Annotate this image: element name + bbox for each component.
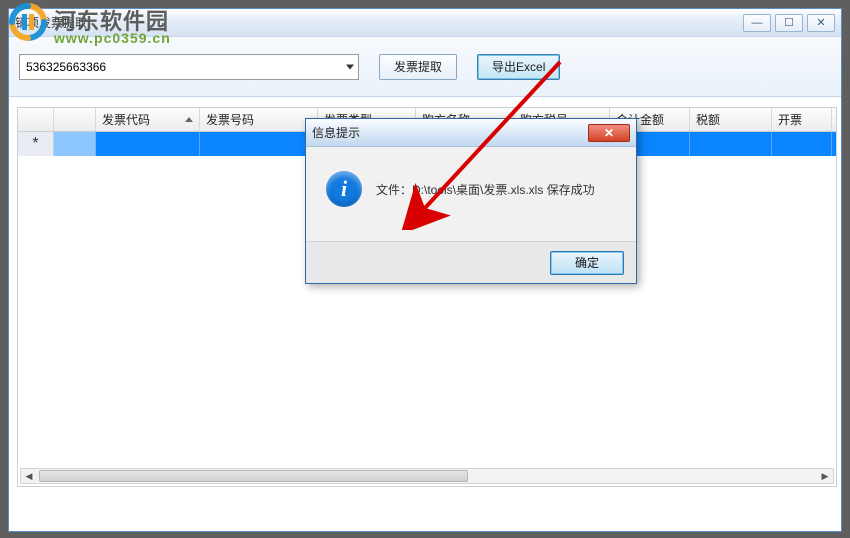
chevron-down-icon — [346, 64, 354, 69]
ok-button[interactable]: 确定 — [550, 251, 624, 275]
maximize-button[interactable]: ☐ — [775, 14, 803, 32]
dialog-titlebar[interactable]: 信息提示 ✕ — [306, 119, 636, 147]
cell-number — [200, 132, 318, 156]
sort-asc-icon — [185, 117, 193, 122]
titlebar[interactable]: 销项发票提取 — ☐ ✕ — [9, 9, 841, 37]
dialog-body: i 文件：D:\tools\桌面\发票.xls.xls 保存成功 — [306, 147, 636, 217]
col-header-selector[interactable] — [18, 108, 54, 131]
window-controls: — ☐ ✕ — [743, 14, 835, 32]
col-header-blank[interactable] — [54, 108, 96, 131]
window-title: 销项发票提取 — [15, 14, 87, 31]
scroll-thumb[interactable] — [39, 470, 468, 482]
scroll-left-button[interactable]: ◀ — [21, 469, 37, 483]
col-header-number[interactable]: 发票号码 — [200, 108, 318, 131]
col-header-code[interactable]: 发票代码 — [96, 108, 200, 131]
toolbar: 536325663366 发票提取 导出Excel — [9, 37, 841, 97]
extract-button[interactable]: 发票提取 — [379, 54, 457, 80]
cell-code — [96, 132, 200, 156]
dialog-close-button[interactable]: ✕ — [588, 124, 630, 142]
info-icon: i — [326, 171, 362, 207]
col-header-tax[interactable]: 税额 — [690, 108, 772, 131]
invoice-code-combo[interactable]: 536325663366 — [19, 54, 359, 80]
close-button[interactable]: ✕ — [807, 14, 835, 32]
horizontal-scrollbar[interactable]: ◀ ▶ — [20, 468, 834, 484]
dialog-title: 信息提示 — [312, 124, 360, 141]
dialog-footer: 确定 — [306, 241, 636, 283]
export-excel-button[interactable]: 导出Excel — [477, 54, 560, 80]
info-dialog: 信息提示 ✕ i 文件：D:\tools\桌面\发票.xls.xls 保存成功 … — [305, 118, 637, 284]
row-marker: * — [18, 132, 54, 156]
scroll-track[interactable] — [37, 469, 817, 483]
dialog-message: 文件：D:\tools\桌面\发票.xls.xls 保存成功 — [376, 171, 595, 198]
cell-issue — [772, 132, 832, 156]
row-selector-cell — [54, 132, 96, 156]
col-header-issue[interactable]: 开票 — [772, 108, 832, 131]
minimize-button[interactable]: — — [743, 14, 771, 32]
scroll-right-button[interactable]: ▶ — [817, 469, 833, 483]
combo-value: 536325663366 — [26, 60, 106, 74]
cell-tax — [690, 132, 772, 156]
